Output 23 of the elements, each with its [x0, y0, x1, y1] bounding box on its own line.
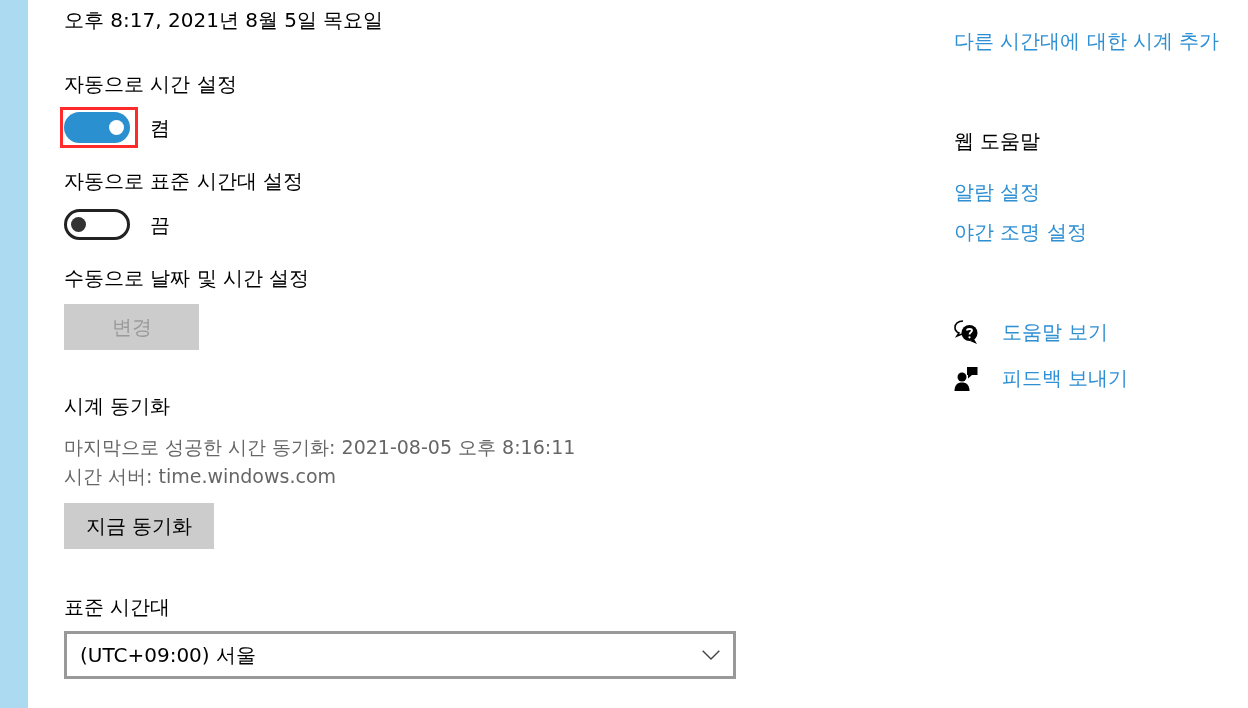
- current-date-time: 오후 8:17, 2021년 8월 5일 목요일: [64, 7, 384, 34]
- sync-now-button[interactable]: 지금 동기화: [64, 503, 215, 549]
- setting-label: 자동으로 표준 시간대 설정: [64, 168, 304, 195]
- chevron-down-icon: [702, 650, 720, 660]
- sync-info-text: 마지막으로 성공한 시간 동기화: 2021-08-05 오후 8:16:11: [64, 435, 576, 460]
- support-link[interactable]: 도움말 보기: [1002, 318, 1109, 346]
- toggle-switch[interactable]: [64, 209, 130, 240]
- web-help-heading: 웹 도움말: [954, 128, 1041, 155]
- help-link[interactable]: 야간 조명 설정: [954, 218, 1087, 246]
- toggle-state: 켬: [150, 114, 170, 142]
- person-feedback-icon: [954, 365, 978, 391]
- toggle-state: 끔: [150, 211, 170, 239]
- help-bubbles-icon: [954, 319, 978, 345]
- support-link[interactable]: 피드백 보내기: [1002, 364, 1129, 392]
- setting-label: 수동으로 날짜 및 시간 설정: [64, 265, 310, 292]
- sync-info-text: 시간 서버: time.windows.com: [64, 464, 337, 489]
- help-link[interactable]: 알람 설정: [954, 178, 1041, 206]
- setting-label: 표준 시간대: [64, 594, 171, 621]
- toggle-switch[interactable]: [64, 112, 130, 143]
- add-clock-link[interactable]: 다른 시간대에 대한 시계 추가: [954, 27, 1220, 55]
- time-zone-dropdown[interactable]: (UTC+09:00) 서울: [64, 631, 736, 679]
- section-heading: 시계 동기화: [64, 393, 171, 420]
- setting-label: 자동으로 시간 설정: [64, 71, 237, 98]
